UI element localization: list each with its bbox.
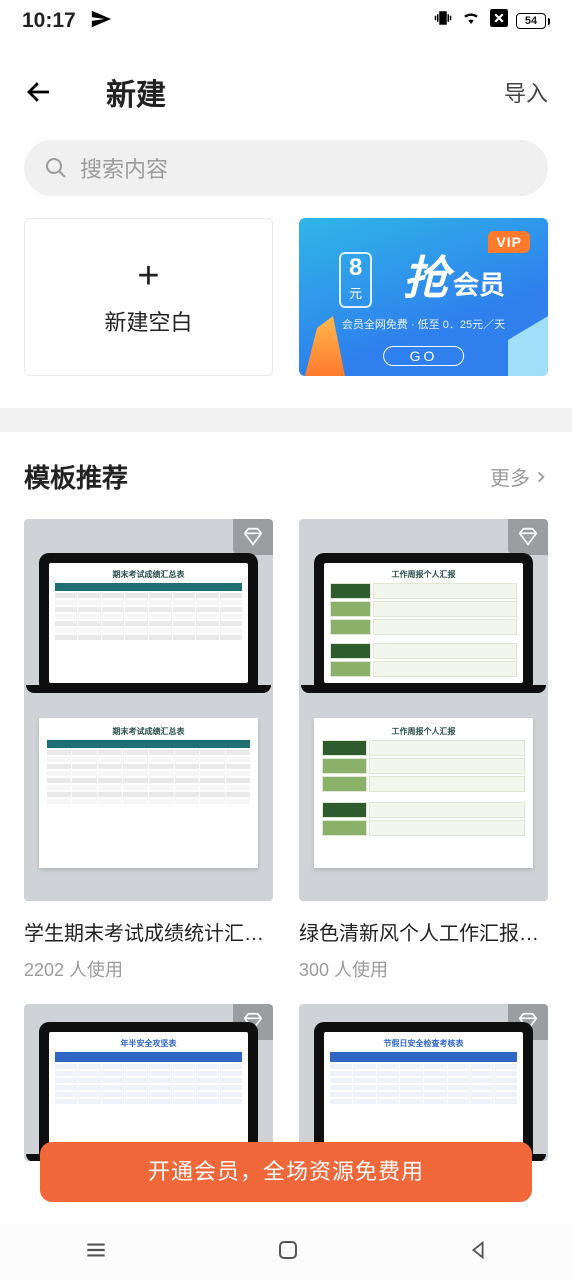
home-button[interactable] bbox=[276, 1238, 300, 1267]
template-card[interactable]: 节假日安全检查考核表 bbox=[299, 1004, 548, 1161]
premium-badge-icon bbox=[508, 519, 548, 555]
template-usage: 300 人使用 bbox=[299, 956, 548, 982]
paper-preview: 工作周报个人汇报 bbox=[314, 718, 533, 868]
open-vip-cta[interactable]: 开通会员，全场资源免费用 bbox=[40, 1142, 532, 1202]
battery-indicator: 54 bbox=[516, 13, 550, 29]
wifi-icon bbox=[460, 9, 482, 33]
template-grid: 期末考试成绩汇总表 期末考试成绩汇总表 bbox=[0, 505, 572, 1161]
send-icon bbox=[90, 8, 112, 36]
laptop-preview: 年半安全攻坚表 bbox=[39, 1022, 258, 1156]
template-card[interactable]: 年半安全攻坚表 bbox=[24, 1004, 273, 1161]
laptop-preview: 期末考试成绩汇总表 bbox=[39, 553, 258, 687]
recommend-header: 模板推荐 更多 bbox=[0, 432, 572, 505]
laptop-preview: 节假日安全检查考核表 bbox=[314, 1022, 533, 1156]
new-blank-label: 新建空白 bbox=[104, 305, 192, 337]
paper-preview: 期末考试成绩汇总表 bbox=[39, 718, 258, 868]
template-thumb: 年半安全攻坚表 bbox=[24, 1004, 273, 1161]
template-card[interactable]: 工作周报个人汇报 bbox=[299, 519, 548, 982]
template-card[interactable]: 期末考试成绩汇总表 期末考试成绩汇总表 bbox=[24, 519, 273, 982]
template-thumb: 期末考试成绩汇总表 期末考试成绩汇总表 bbox=[24, 519, 273, 901]
recommend-more-button[interactable]: 更多 bbox=[490, 462, 548, 491]
section-divider bbox=[0, 408, 572, 432]
vibrate-icon bbox=[434, 9, 452, 33]
plus-icon: + bbox=[137, 257, 159, 295]
search-placeholder: 搜索内容 bbox=[80, 152, 168, 184]
status-right: 54 bbox=[434, 9, 550, 33]
premium-badge-icon bbox=[233, 519, 273, 555]
app-bar: 新建 导入 bbox=[0, 42, 572, 124]
template-title: 学生期末考试成绩统计汇… bbox=[24, 917, 273, 946]
status-bar: 10:17 54 bbox=[0, 0, 572, 42]
vip-banner[interactable]: VIP 8 元 抢 会员 会员全网免费 · 低至 0．25元／天 GO bbox=[299, 218, 548, 376]
template-thumb: 工作周报个人汇报 bbox=[299, 519, 548, 901]
vip-price: 8 元 bbox=[339, 252, 372, 308]
vip-subline: 会员全网免费 · 低至 0．25元／天 bbox=[299, 316, 548, 332]
recent-apps-button[interactable] bbox=[83, 1237, 109, 1268]
template-title: 绿色清新风个人工作汇报… bbox=[299, 917, 548, 946]
vip-go-button[interactable]: GO bbox=[383, 346, 465, 366]
back-button[interactable] bbox=[24, 77, 68, 107]
page-title: 新建 bbox=[106, 70, 166, 114]
template-usage: 2202 人使用 bbox=[24, 956, 273, 982]
vip-headline: 抢 会员 bbox=[403, 242, 505, 308]
battery-level: 54 bbox=[516, 13, 546, 29]
search-input[interactable]: 搜索内容 bbox=[24, 140, 548, 196]
status-time: 10:17 bbox=[22, 9, 76, 33]
import-button[interactable]: 导入 bbox=[504, 76, 548, 108]
template-thumb: 节假日安全检查考核表 bbox=[299, 1004, 548, 1161]
new-blank-card[interactable]: + 新建空白 bbox=[24, 218, 273, 376]
chevron-right-icon bbox=[534, 470, 548, 484]
x-box-icon bbox=[490, 9, 508, 33]
laptop-preview: 工作周报个人汇报 bbox=[314, 553, 533, 687]
system-nav-bar bbox=[0, 1224, 572, 1280]
recommend-title: 模板推荐 bbox=[24, 458, 490, 495]
android-back-button[interactable] bbox=[467, 1239, 489, 1266]
search-icon bbox=[44, 156, 68, 180]
